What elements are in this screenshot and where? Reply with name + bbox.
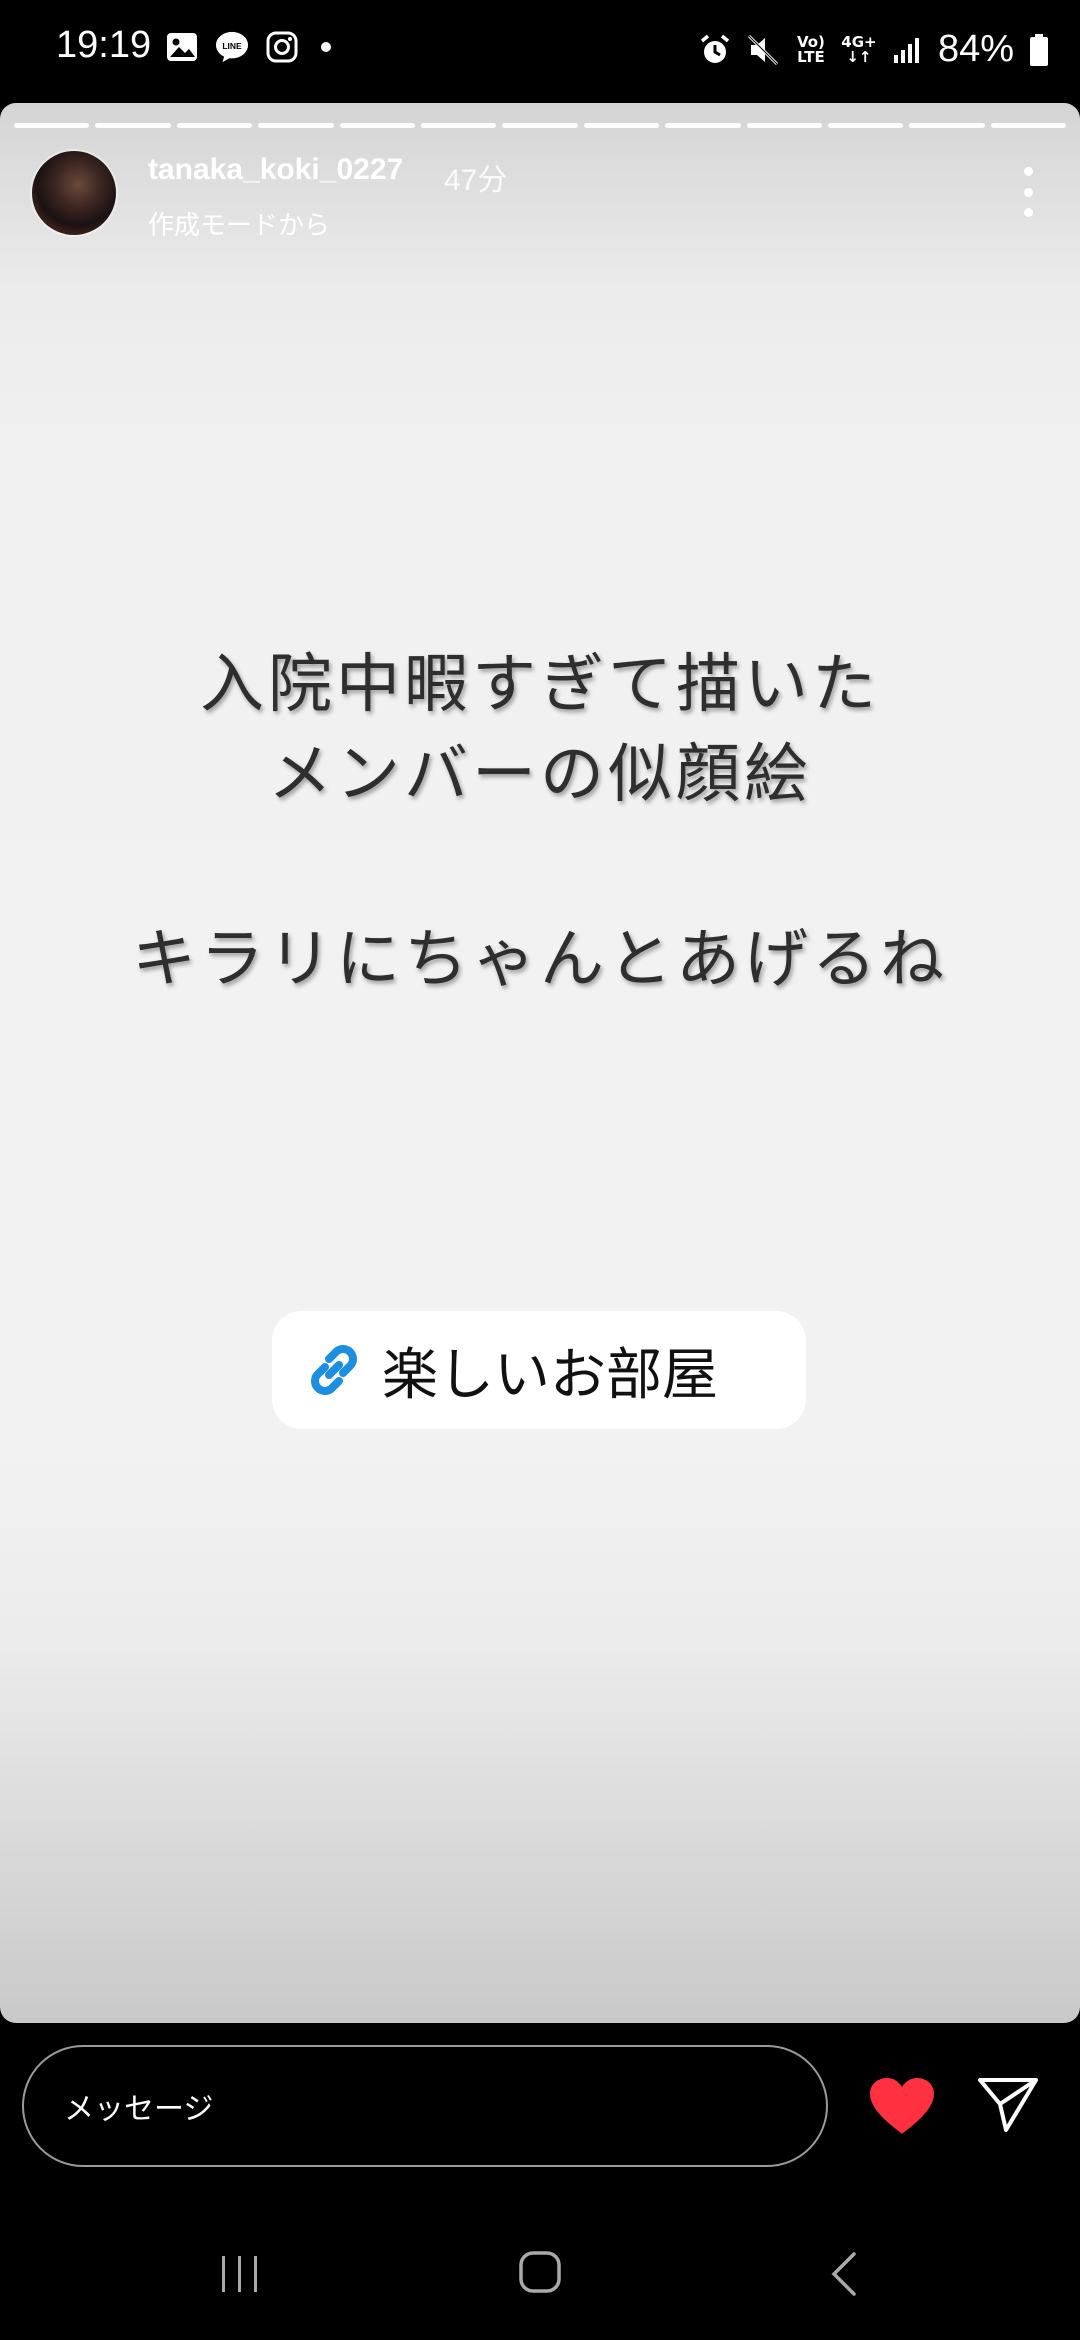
back-icon — [831, 2252, 856, 2296]
story-text-line: 入院中暇すぎて描いた — [200, 648, 880, 722]
notification-icons: LINE — [165, 30, 331, 64]
progress-segment — [14, 123, 90, 128]
back-button[interactable] — [828, 2250, 858, 2298]
heart-icon — [870, 2078, 934, 2134]
navigation-bar — [0, 2200, 1080, 2340]
progress-segment — [583, 123, 660, 128]
like-button[interactable] — [868, 2076, 936, 2136]
status-bar: 19:19 LINE Vo) LTE 4G+ ↓↑ 84% — [0, 0, 1080, 100]
progress-segment — [746, 123, 822, 128]
progress-segment — [502, 123, 578, 128]
progress-segment — [339, 123, 415, 128]
avatar[interactable] — [32, 151, 116, 235]
progress-segment — [827, 123, 904, 128]
more-dot-icon — [1023, 167, 1033, 176]
story-card[interactable]: tanaka_koki_0227 47分 作成モードから 入院中暇すぎて描いた … — [0, 103, 1080, 2023]
notification-dot — [321, 42, 331, 52]
story-text-line: メンバーの似顔絵 — [268, 738, 812, 812]
battery-percent: 84% — [937, 28, 1014, 70]
system-icons: Vo) LTE 4G+ ↓↑ 84% — [698, 28, 1050, 71]
link-sticker-label: 楽しいお部屋 — [382, 1342, 718, 1408]
more-dot-icon — [1023, 208, 1033, 217]
alarm-icon — [698, 33, 732, 67]
more-options-button[interactable] — [1018, 167, 1038, 217]
4g-data-icon: 4G+ ↓↑ — [841, 32, 877, 66]
story-screen: 19:19 LINE Vo) LTE 4G+ ↓↑ 84% tanaka_kok… — [0, 0, 1080, 2340]
story-text-line: キラリにちゃんとあげるね — [132, 923, 948, 997]
home-button[interactable] — [518, 2250, 562, 2294]
share-button[interactable] — [976, 2072, 1040, 2136]
home-icon — [519, 2251, 561, 2293]
progress-segment — [420, 123, 497, 128]
line-app-icon: LINE — [215, 30, 249, 64]
signal-icon — [890, 33, 924, 67]
status-time: 19:19 — [56, 24, 152, 66]
gallery-icon — [165, 30, 199, 64]
recent-apps-button[interactable] — [218, 2254, 262, 2294]
story-progress-bar — [14, 123, 1067, 128]
mute-icon — [746, 33, 780, 67]
progress-segment — [258, 123, 334, 128]
progress-segment — [665, 123, 741, 128]
message-input[interactable]: メッセージ — [22, 2045, 828, 2167]
send-icon — [978, 2078, 1038, 2132]
recent-apps-icon — [222, 2256, 257, 2292]
battery-icon — [1028, 33, 1050, 67]
progress-segment — [95, 123, 171, 128]
message-placeholder: メッセージ — [64, 2092, 214, 2127]
progress-segment — [909, 123, 985, 128]
link-icon — [300, 1336, 368, 1404]
volte-icon: Vo) LTE — [796, 32, 825, 66]
story-subtitle: 作成モードから — [148, 211, 331, 241]
instagram-icon — [265, 30, 299, 64]
more-dot-icon — [1023, 187, 1033, 197]
story-username[interactable]: tanaka_koki_0227 — [148, 153, 403, 187]
svg-text:LINE: LINE — [222, 41, 242, 51]
story-time-ago: 47分 — [444, 164, 508, 197]
progress-segment — [176, 123, 253, 128]
link-sticker[interactable]: 楽しいお部屋 — [272, 1311, 806, 1429]
progress-segment — [990, 123, 1067, 128]
